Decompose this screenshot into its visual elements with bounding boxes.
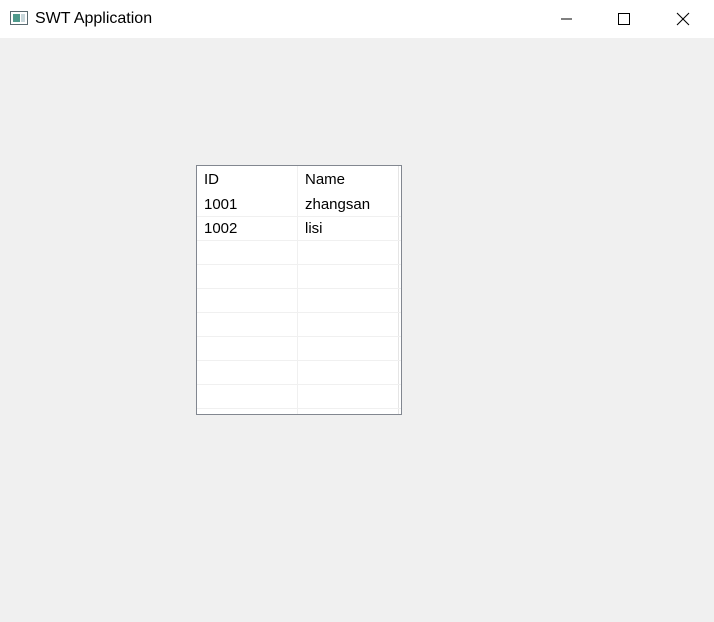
- table-header-row: ID Name: [197, 168, 401, 192]
- cell-id: 1001: [204, 196, 238, 213]
- table-row[interactable]: [197, 265, 401, 289]
- cell-id: 1002: [204, 220, 238, 237]
- cell-name: [298, 385, 398, 409]
- table-row[interactable]: [197, 361, 401, 385]
- app-icon-pane-right: [21, 14, 25, 22]
- table-row[interactable]: [197, 289, 401, 313]
- table-row[interactable]: [197, 313, 401, 337]
- title-bar[interactable]: SWT Application: [0, 0, 714, 38]
- cell-name: [298, 289, 398, 313]
- minimize-icon: [561, 18, 572, 20]
- maximize-button[interactable]: [595, 0, 653, 38]
- application-window: SWT Application ID Name 1001 zhangsan 10…: [0, 0, 714, 622]
- cell-name: lisi: [305, 220, 323, 237]
- cell-name: [298, 265, 398, 289]
- maximize-icon: [618, 13, 630, 25]
- close-button[interactable]: [653, 0, 711, 38]
- table-row[interactable]: [197, 337, 401, 361]
- cell-id: [197, 385, 298, 409]
- cell-id: [197, 313, 298, 337]
- cell-id: [197, 265, 298, 289]
- column-header-id[interactable]: ID: [197, 168, 298, 192]
- table-row[interactable]: 1002 lisi: [197, 217, 401, 241]
- cell-name: [298, 361, 398, 385]
- cell-id: [197, 289, 298, 313]
- app-window-icon[interactable]: [10, 11, 28, 25]
- table-row[interactable]: [197, 385, 401, 409]
- column-header-name[interactable]: Name: [298, 168, 398, 192]
- close-icon: [676, 12, 690, 26]
- cell-name: zhangsan: [305, 196, 371, 213]
- cell-name: [298, 337, 398, 361]
- table-row[interactable]: 1001 zhangsan: [197, 193, 401, 217]
- cell-id: [197, 241, 298, 265]
- cell-id: [197, 337, 298, 361]
- table-row[interactable]: [197, 241, 401, 265]
- window-title: SWT Application: [35, 10, 153, 27]
- data-table[interactable]: ID Name 1001 zhangsan 1002 lisi: [196, 165, 402, 415]
- cell-name: [298, 313, 398, 337]
- minimize-button[interactable]: [537, 0, 595, 38]
- app-icon-pane: [13, 14, 20, 22]
- cell-id: [197, 361, 298, 385]
- cell-name: [298, 241, 398, 265]
